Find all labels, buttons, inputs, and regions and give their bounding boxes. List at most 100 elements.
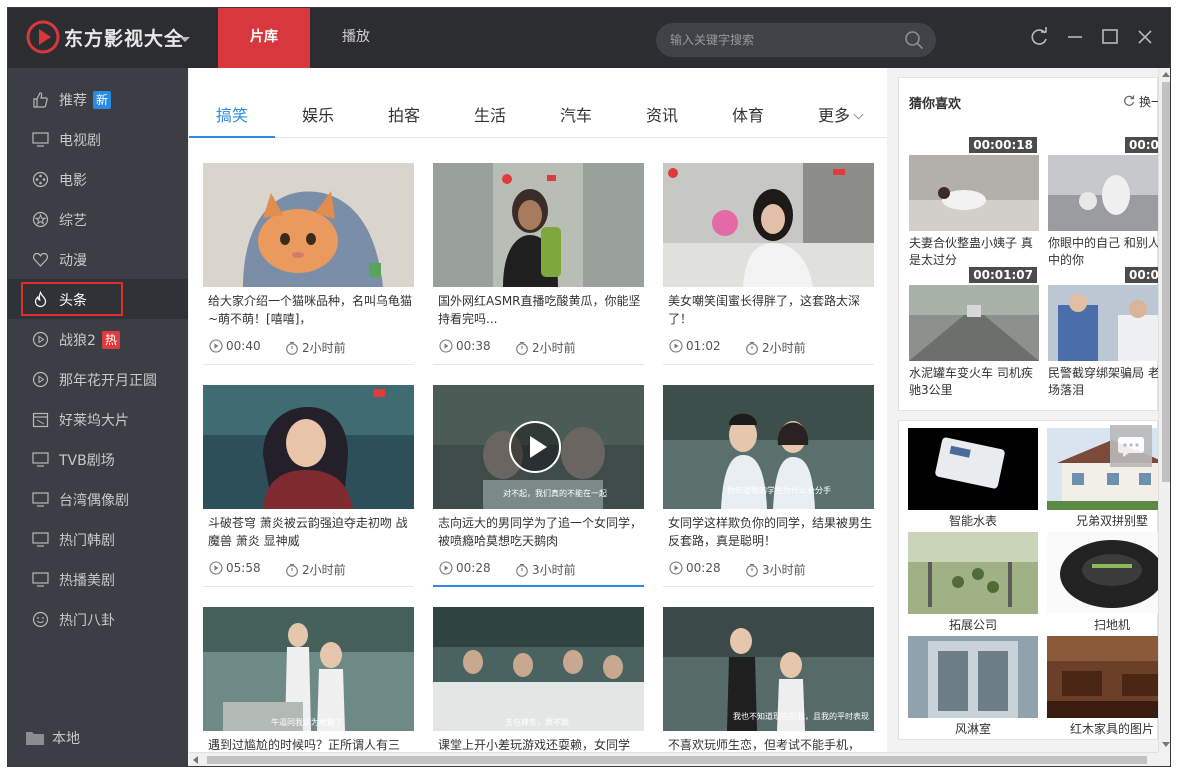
ad-image[interactable] bbox=[1047, 428, 1171, 510]
sidebar-item-us-drama[interactable]: 热播美剧 bbox=[8, 559, 188, 599]
video-thumbnail[interactable] bbox=[433, 163, 644, 287]
minimize-icon[interactable] bbox=[1064, 26, 1086, 48]
active-tab-underline bbox=[189, 136, 275, 138]
chat-bubble-icon bbox=[1118, 437, 1144, 457]
sidebar-item-label: 好莱坞大片 bbox=[59, 413, 129, 429]
chat-button[interactable] bbox=[1110, 425, 1152, 467]
sidebar-item-nanian[interactable]: 那年花开月正圆 bbox=[8, 359, 188, 399]
video-card[interactable]: 对不起，我们真的不能在一起 志向远大的男同学为了追一个女同学，被喷瘾哈莫想吃天鹅… bbox=[433, 385, 644, 587]
video-thumbnail[interactable] bbox=[203, 385, 414, 509]
sidebar-item-variety[interactable]: 综艺 bbox=[8, 199, 188, 239]
tab-auto[interactable]: 汽车 bbox=[560, 102, 592, 126]
scroll-up-arrow-icon[interactable] bbox=[1162, 72, 1170, 77]
recommended-video-title[interactable]: 水泥罐车变火车 司机疾驰3公里 bbox=[909, 365, 1039, 399]
chevron-down-icon bbox=[853, 109, 864, 120]
tab-entertainment[interactable]: 娱乐 bbox=[302, 102, 334, 126]
video-thumbnail[interactable] bbox=[433, 607, 644, 731]
timer-icon bbox=[286, 341, 298, 355]
ad-image[interactable] bbox=[908, 636, 1038, 718]
tab-life[interactable]: 生活 bbox=[474, 102, 506, 126]
horizontal-scrollbar[interactable] bbox=[189, 752, 1158, 766]
sidebar-item-gossip[interactable]: 热门八卦 bbox=[8, 599, 188, 639]
tab-paike[interactable]: 拍客 bbox=[388, 102, 420, 126]
video-thumbnail[interactable] bbox=[1048, 155, 1171, 231]
category-tabs: 搞笑 娱乐 拍客 生活 汽车 资讯 体育 更多 bbox=[189, 90, 887, 138]
video-thumbnail[interactable] bbox=[203, 163, 414, 287]
sidebar-item-movie[interactable]: 电影 bbox=[8, 159, 188, 199]
vertical-scroll-thumb[interactable] bbox=[1162, 82, 1170, 482]
sidebar-item-label: 本地 bbox=[52, 731, 80, 747]
ad-label[interactable]: 风淋室 bbox=[908, 720, 1038, 737]
tab-more[interactable]: 更多 bbox=[818, 102, 864, 126]
tab-sports[interactable]: 体育 bbox=[732, 102, 764, 126]
sidebar-item-taiwan-idol[interactable]: 台湾偶像剧 bbox=[8, 479, 188, 519]
video-title[interactable]: 给大家介绍一个猫咪品种，名叫乌龟猫~萌不萌！[嘻嘻]， bbox=[208, 292, 412, 328]
horizontal-scroll-thumb[interactable] bbox=[207, 756, 1147, 764]
video-thumbnail[interactable] bbox=[663, 163, 874, 287]
ad-label[interactable]: 拓展公司 bbox=[908, 616, 1038, 633]
ad-label[interactable]: 扫地机 bbox=[1047, 616, 1170, 633]
maximize-icon[interactable] bbox=[1099, 26, 1121, 48]
ad-image[interactable] bbox=[908, 532, 1038, 614]
time-text: 2小时前 bbox=[302, 341, 346, 355]
sidebar-item-recommend[interactable]: 推荐新 bbox=[8, 79, 188, 119]
sidebar-item-anime[interactable]: 动漫 bbox=[8, 239, 188, 279]
search-input[interactable] bbox=[670, 31, 890, 49]
video-card[interactable]: 斗破苍穹 萧炎被云韵强迫夺走初吻 战魔兽 萧炎 显神威 05:58 2小时前 bbox=[203, 385, 414, 587]
ad-image[interactable] bbox=[908, 428, 1038, 510]
video-card[interactable]: 你知道我的学生为什么会分手 女同学这样欺负你的同学，结果被男生反套路，真是聪明！… bbox=[663, 385, 874, 587]
app-title[interactable]: 东方影视大全 bbox=[64, 24, 184, 51]
video-card[interactable]: 美女嘲笑闺蜜长得胖了，这套路太深了！ 01:02 2小时前 bbox=[663, 163, 874, 365]
subtitle-overlay: 你知道我的学生为什么会分手 bbox=[727, 486, 831, 495]
video-thumbnail[interactable] bbox=[203, 607, 414, 731]
sidebar-item-korean-drama[interactable]: 热门韩剧 bbox=[8, 519, 188, 559]
tab-playback[interactable]: 播放 bbox=[310, 8, 402, 68]
close-icon[interactable] bbox=[1134, 26, 1156, 48]
video-thumbnail[interactable] bbox=[909, 285, 1039, 361]
sidebar-item-label: 热门韩剧 bbox=[59, 533, 115, 549]
vertical-scrollbar[interactable] bbox=[1158, 68, 1170, 752]
sidebar-item-tv-series[interactable]: 电视剧 bbox=[8, 119, 188, 159]
video-card[interactable]: 牛逼同我以为地震了 遇到过尴尬的时候吗？正所谓人有三 bbox=[203, 607, 414, 752]
scroll-left-arrow-icon[interactable] bbox=[193, 756, 198, 764]
tab-library[interactable]: 片库 bbox=[218, 8, 310, 68]
video-publish-time: 2小时前 bbox=[515, 339, 576, 356]
search-icon[interactable] bbox=[904, 30, 924, 50]
play-button[interactable] bbox=[509, 421, 561, 473]
refresh-recommendations-button[interactable]: 换一 bbox=[1123, 93, 1163, 110]
ad-image[interactable] bbox=[1047, 532, 1171, 614]
video-card[interactable]: 我也不知道现在的我，且我的平时表现 不喜欢玩师生恋，但考试不能手机， bbox=[663, 607, 874, 752]
ad-label[interactable]: 红木家具的图片 bbox=[1047, 720, 1170, 737]
recommended-video-title[interactable]: 夫妻合伙整蛊小姨子 真是太过分 bbox=[909, 235, 1039, 269]
app-menu-caret-icon[interactable] bbox=[180, 37, 190, 42]
video-thumbnail[interactable] bbox=[1048, 285, 1171, 361]
timer-icon bbox=[746, 563, 758, 577]
recommended-video-title[interactable]: 你眼中的自己 和别人眼中的你 bbox=[1048, 235, 1170, 269]
video-title[interactable]: 志向远大的男同学为了追一个女同学，被喷瘾哈莫想吃天鹅肉 bbox=[438, 514, 642, 550]
calendar-icon bbox=[32, 412, 49, 428]
hot-badge: 热 bbox=[101, 331, 120, 349]
tab-news[interactable]: 资讯 bbox=[646, 102, 678, 126]
video-card[interactable]: 给大家介绍一个猫咪品种，名叫乌龟猫~萌不萌！[嘻嘻]， 00:40 2小时前 bbox=[203, 163, 414, 365]
scroll-down-arrow-icon[interactable] bbox=[1162, 742, 1170, 747]
video-title[interactable]: 国外网红ASMR直播吃酸黄瓜，你能坚持看完吗... bbox=[438, 292, 642, 328]
video-card[interactable]: 国外网红ASMR直播吃酸黄瓜，你能坚持看完吗... 00:38 2小时前 bbox=[433, 163, 644, 365]
video-title[interactable]: 美女嘲笑闺蜜长得胖了，这套路太深了！ bbox=[668, 292, 872, 328]
time-text: 2小时前 bbox=[762, 341, 806, 355]
video-title[interactable]: 斗破苍穹 萧炎被云韵强迫夺走初吻 战魔兽 萧炎 显神威 bbox=[208, 514, 412, 550]
sidebar-item-label: 综艺 bbox=[59, 213, 87, 229]
tab-funny[interactable]: 搞笑 bbox=[216, 102, 248, 126]
time-text: 2小时前 bbox=[532, 341, 576, 355]
sidebar-item-hollywood[interactable]: 好莱坞大片 bbox=[8, 399, 188, 439]
sidebar-item-wolf-warrior-2[interactable]: 战狼2 热 bbox=[8, 319, 188, 359]
video-thumbnail[interactable] bbox=[909, 155, 1039, 231]
play-circle-icon bbox=[32, 371, 49, 388]
ad-label[interactable]: 智能水表 bbox=[908, 512, 1038, 529]
video-card[interactable]: 五包辣条，跟不跟 课堂上开小差玩游戏还耍赖，女同学 bbox=[433, 607, 644, 752]
recommended-video-title[interactable]: 民警截穿绑架骗局 老当场落泪 bbox=[1048, 365, 1170, 399]
sidebar-item-tvb[interactable]: TVB剧场 bbox=[8, 439, 188, 479]
ad-label[interactable]: 兄弟双拼别墅 bbox=[1047, 512, 1170, 529]
ad-image[interactable] bbox=[1047, 636, 1171, 718]
refresh-icon[interactable] bbox=[1028, 26, 1050, 48]
video-title[interactable]: 女同学这样欺负你的同学，结果被男生反套路，真是聪明！ bbox=[668, 514, 872, 550]
